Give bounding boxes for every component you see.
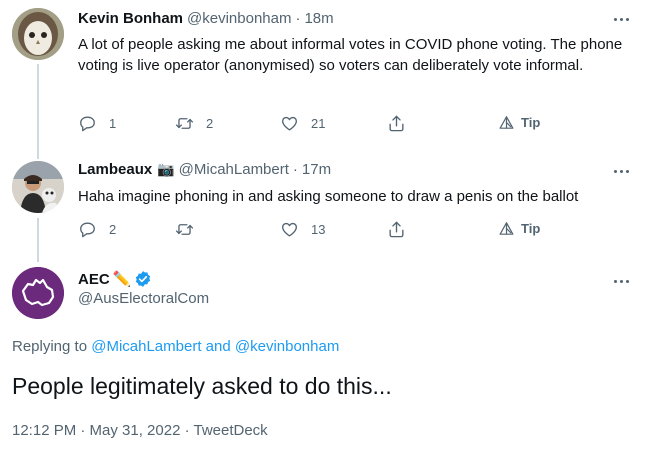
- separator-dot: ·: [292, 161, 298, 178]
- reply-button[interactable]: 2: [78, 220, 116, 239]
- display-name[interactable]: AEC ✏️: [78, 270, 209, 288]
- tip-icon: [499, 116, 514, 129]
- user-handle[interactable]: @MicahLambert: [179, 161, 289, 178]
- thread-line: [37, 64, 39, 159]
- reply-count: 1: [109, 116, 117, 131]
- tip-icon: [499, 222, 514, 235]
- retweet-icon: [175, 224, 194, 235]
- share-button[interactable]: [387, 220, 406, 239]
- reply-icon: [80, 116, 95, 132]
- display-name[interactable]: Lambeaux: [78, 161, 152, 178]
- tip-label: Tip: [521, 221, 541, 236]
- more-icon[interactable]: [611, 271, 631, 291]
- like-button[interactable]: 21: [280, 114, 325, 133]
- tip-button[interactable]: Tip: [498, 114, 540, 131]
- share-icon: [389, 115, 404, 132]
- avatar[interactable]: [12, 161, 64, 213]
- thread-line: [37, 218, 39, 262]
- tweet-actions: 2 13 Tip: [78, 220, 585, 244]
- like-icon: [282, 222, 297, 237]
- like-count: 21: [311, 116, 326, 131]
- display-name[interactable]: Kevin Bonham: [78, 10, 183, 27]
- tweet-lambeaux[interactable]: Lambeaux 📷 @MicahLambert · 17m Haha imag…: [0, 150, 645, 262]
- verified-badge-icon: [136, 271, 151, 287]
- reply-icon: [80, 222, 95, 238]
- aec-avatar[interactable]: [12, 267, 64, 319]
- replying-to: Replying to @MicahLambert and @kevinbonh…: [12, 338, 339, 355]
- tweet-header: Lambeaux 📷 @MicahLambert · 17m: [78, 161, 331, 178]
- tweet-meta[interactable]: 12:12 PM · May 31, 2022 · TweetDeck: [12, 422, 268, 439]
- camera-emoji-icon: 📷: [157, 161, 175, 178]
- avatar[interactable]: [12, 8, 64, 60]
- mention-link[interactable]: @MicahLambert: [91, 338, 201, 355]
- share-icon: [389, 221, 404, 238]
- tweet-kevin-bonham[interactable]: Kevin Bonham @kevinbonham · 18m A lot of…: [0, 0, 645, 159]
- retweet-button[interactable]: 2: [175, 114, 213, 133]
- retweet-icon: [175, 118, 194, 129]
- reply-count: 2: [109, 222, 117, 237]
- display-name-text: AEC: [78, 270, 110, 288]
- tweet-actions: 1 2 21 Tip: [78, 114, 585, 138]
- like-button[interactable]: 13: [280, 220, 325, 239]
- pencil-emoji-icon: ✏️: [112, 270, 132, 288]
- like-count: 13: [311, 222, 326, 237]
- tip-label: Tip: [521, 115, 541, 130]
- tweet-header: Kevin Bonham @kevinbonham · 18m: [78, 10, 334, 27]
- replying-prefix: Replying to: [12, 338, 88, 355]
- mention-link[interactable]: @kevinbonham: [235, 338, 339, 355]
- aec-logo-icon: [12, 267, 64, 319]
- separator-dot: ·: [295, 10, 301, 27]
- retweet-count: 2: [206, 116, 214, 131]
- user-handle[interactable]: @kevinbonham: [187, 10, 291, 27]
- user-handle[interactable]: @AusElectoralCom: [78, 290, 209, 307]
- timestamp[interactable]: 17m: [302, 161, 331, 178]
- focused-tweet-header: AEC ✏️ @AusElectoralCom: [78, 270, 209, 307]
- more-icon[interactable]: [611, 9, 631, 29]
- like-icon: [282, 116, 297, 131]
- retweet-button[interactable]: [175, 220, 194, 239]
- share-button[interactable]: [387, 114, 406, 133]
- more-icon[interactable]: [611, 161, 631, 181]
- tweet-text: A lot of people asking me about informal…: [78, 36, 623, 74]
- tweet-text: Haha imagine phoning in and asking someo…: [78, 188, 579, 205]
- focused-tweet-text: People legitimately asked to do this...: [12, 373, 392, 399]
- tip-button[interactable]: Tip: [498, 220, 540, 237]
- replying-and: and: [205, 338, 231, 355]
- reply-button[interactable]: 1: [78, 114, 116, 133]
- timestamp[interactable]: 18m: [304, 10, 333, 27]
